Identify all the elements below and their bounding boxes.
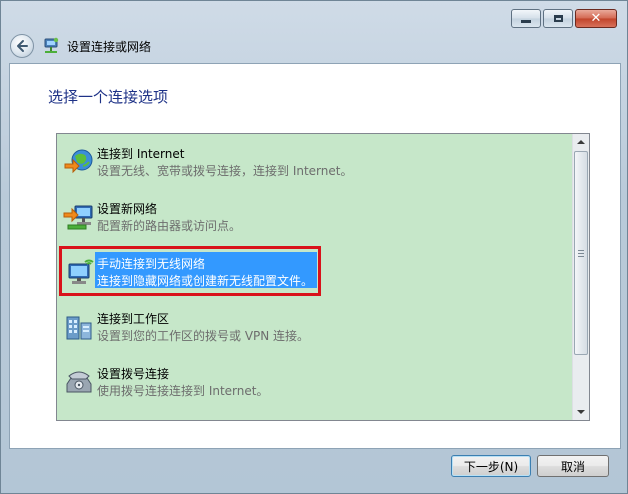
option-description: 连接到隐藏网络或创建新无线配置文件。 xyxy=(97,274,314,288)
maximize-icon xyxy=(553,15,563,22)
vertical-scrollbar[interactable] xyxy=(572,134,589,420)
option-connect-workplace[interactable]: 连接到工作区 设置到您的工作区的拨号或 VPN 连接。 xyxy=(61,307,561,347)
option-connect-internet[interactable]: 连接到 Internet 设置无线、宽带或拨号连接，连接到 Internet。 xyxy=(61,142,561,182)
scroll-thumb[interactable] xyxy=(574,151,588,355)
back-button[interactable] xyxy=(10,34,34,58)
wireless-network-icon xyxy=(68,259,94,284)
back-arrow-icon xyxy=(17,40,28,52)
minimize-icon xyxy=(521,20,531,23)
workplace-icon xyxy=(66,316,92,340)
page-heading: 选择一个连接选项 xyxy=(48,88,169,106)
next-button[interactable]: 下一步(N) xyxy=(451,455,531,477)
option-description: 设置到您的工作区的拨号或 VPN 连接。 xyxy=(97,329,310,343)
option-setup-dialup[interactable]: 设置拨号连接 使用拨号连接连接到 Internet。 xyxy=(61,362,561,402)
option-description: 配置新的路由器或访问点。 xyxy=(97,219,242,233)
minimize-button[interactable] xyxy=(511,9,541,28)
cancel-button[interactable]: 取消 xyxy=(537,455,609,477)
scroll-down-button[interactable] xyxy=(573,404,589,420)
close-icon: ✕ xyxy=(590,11,602,26)
option-title: 设置拨号连接 xyxy=(97,367,170,381)
option-description: 设置无线、宽带或拨号连接，连接到 Internet。 xyxy=(97,164,353,178)
network-setup-icon xyxy=(44,37,59,53)
caption-buttons: ✕ xyxy=(511,9,617,28)
option-description: 使用拨号连接连接到 Internet。 xyxy=(97,384,269,398)
option-title: 设置新网络 xyxy=(97,202,158,216)
grip-icon xyxy=(578,249,584,257)
scroll-up-button[interactable] xyxy=(573,134,589,150)
globe-internet-icon xyxy=(64,149,93,174)
option-title: 连接到工作区 xyxy=(97,312,170,326)
window-title: 设置连接或网络 xyxy=(67,39,152,54)
new-network-icon xyxy=(63,205,93,230)
option-setup-new-network[interactable]: 设置新网络 配置新的路由器或访问点。 xyxy=(61,197,561,237)
maximize-button[interactable] xyxy=(543,9,573,28)
connection-options-list: 连接到 Internet 设置无线、宽带或拨号连接，连接到 Internet。 … xyxy=(56,133,590,421)
close-button[interactable]: ✕ xyxy=(575,9,617,28)
scroll-up-icon xyxy=(577,140,585,144)
scroll-down-icon xyxy=(577,410,585,414)
content-area: 选择一个连接选项 连接到 Internet 设置无线、宽带或拨号连接，连接到 I… xyxy=(9,63,621,449)
dialup-phone-icon xyxy=(66,371,92,393)
option-manual-wireless[interactable]: 手动连接到无线网络 连接到隐藏网络或创建新无线配置文件。 xyxy=(59,246,561,296)
option-title: 连接到 Internet xyxy=(97,147,185,161)
navigation-bar: 设置连接或网络 xyxy=(10,33,151,59)
option-title: 手动连接到无线网络 xyxy=(97,257,206,271)
window-frame: ✕ 设置连接或网络 选择一个连接选项 连接到 Internet 设置无线、宽带或… xyxy=(0,0,628,494)
